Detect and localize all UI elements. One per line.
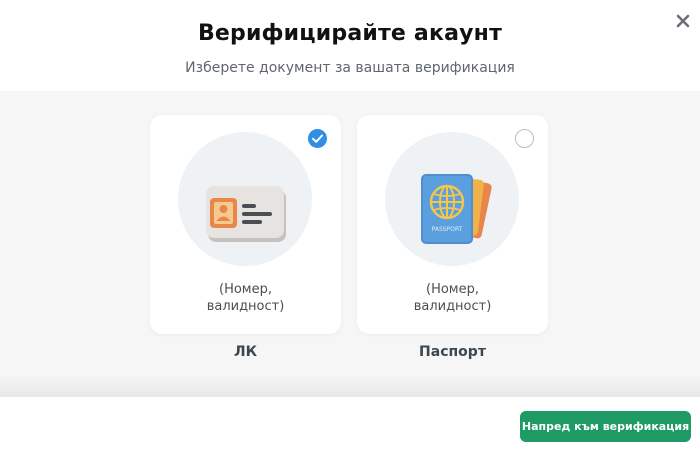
document-options: (Номер, валидност) ЛК PASSPORT (Номер, в… — [0, 91, 700, 397]
option-description-id: (Номер, валидност) — [206, 282, 285, 314]
modal-subtitle: Изберете документ за вашата верификация — [185, 60, 515, 76]
id-card-illustration — [178, 132, 312, 266]
continue-to-verification-button[interactable]: Напред към верификация — [520, 411, 691, 442]
passport-illustration: PASSPORT — [385, 132, 519, 266]
modal-header: Верифицирайте акаунт Изберете документ з… — [0, 0, 700, 91]
option-card-passport[interactable]: PASSPORT (Номер, валидност) — [357, 115, 548, 334]
modal-footer: Напред към верификация — [0, 397, 700, 452]
id-card-icon — [206, 186, 286, 242]
option-label-passport: Паспорт — [419, 344, 486, 360]
option-description-passport: (Номер, валидност) — [413, 282, 492, 314]
modal-title: Верифицирайте акаунт — [197, 21, 503, 46]
option-label-id: ЛК — [233, 344, 258, 360]
option-card-id[interactable]: (Номер, валидност) — [150, 115, 341, 334]
passport-icon: PASSPORT — [421, 174, 492, 244]
close-button[interactable] — [674, 12, 692, 30]
close-icon — [676, 14, 690, 28]
passport-icon-text: PASSPORT — [432, 226, 463, 233]
